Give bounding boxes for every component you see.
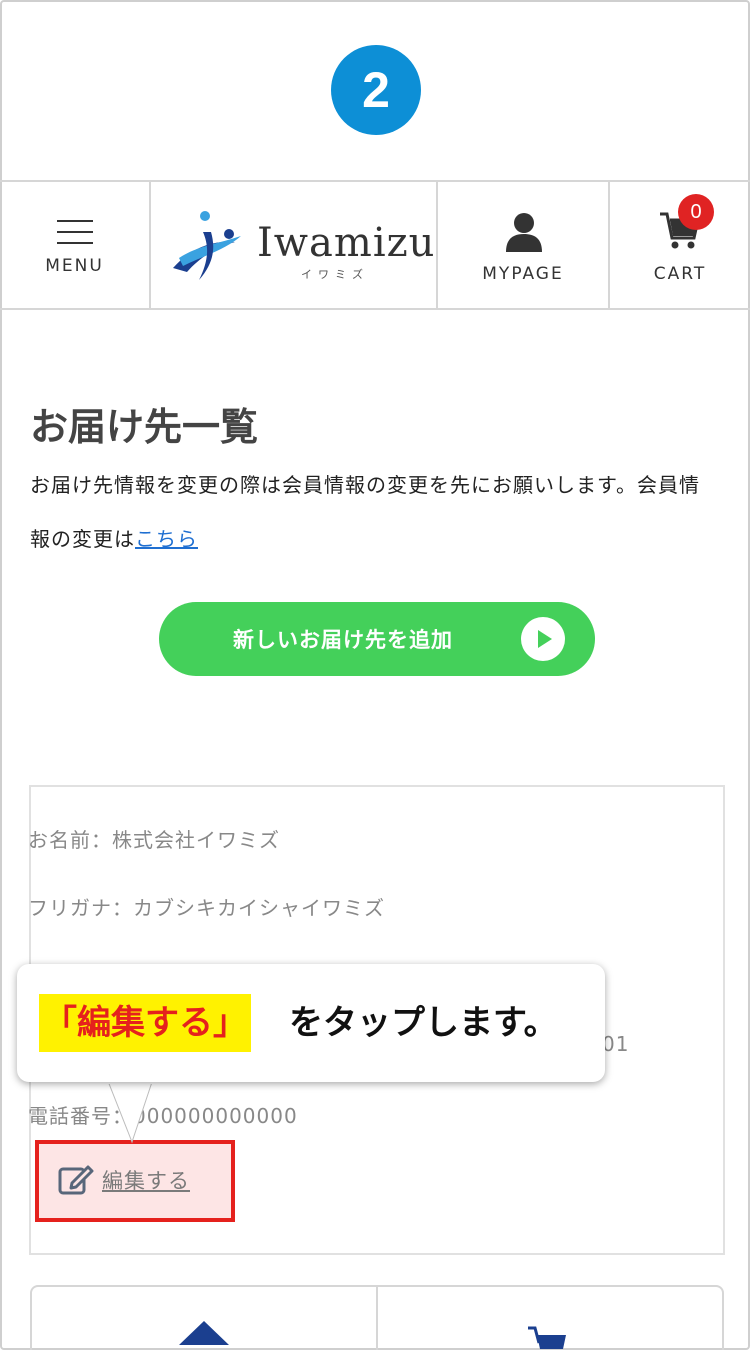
menu-label: MENU	[45, 256, 104, 276]
member-info-link[interactable]: こちら	[135, 527, 198, 551]
edit-label: 編集する	[102, 1169, 190, 1193]
menu-button[interactable]: MENU	[0, 182, 151, 308]
person-icon	[506, 213, 542, 252]
cart-count-badge: 0	[678, 194, 714, 230]
address-fragment: 01	[602, 1032, 630, 1056]
home-icon	[179, 1321, 229, 1345]
edit-button[interactable]: 編集する	[58, 1163, 190, 1197]
cart-button[interactable]: 0 CART	[610, 182, 750, 308]
mypage-label: MYPAGE	[482, 264, 564, 284]
callout-text: をタップします。	[289, 1003, 558, 1043]
cart-nav-icon	[528, 1326, 566, 1349]
hamburger-icon	[57, 220, 93, 253]
intro-body: お届け先情報を変更の際は会員情報の変更を先にお願いします。会員情報の変更は	[30, 473, 700, 551]
bottom-nav	[30, 1285, 724, 1350]
instruction-callout: 「編集する」 をタップします。	[17, 964, 605, 1082]
kana-row: フリガナ：カブシキカイシャイワミズ	[28, 896, 385, 920]
cart-nav-item[interactable]	[378, 1287, 722, 1350]
name-row: お名前：株式会社イワミズ	[28, 828, 280, 852]
add-address-button[interactable]: 新しいお届け先を追加	[159, 602, 595, 676]
cart-label: CART	[653, 264, 707, 284]
edit-pencil-icon	[58, 1165, 94, 1195]
phone-row: 電話番号：000000000000	[28, 1104, 298, 1128]
logo-text: Iwamizu	[257, 220, 436, 266]
add-address-label: 新しいお届け先を追加	[233, 628, 453, 652]
play-arrow-icon	[521, 617, 565, 661]
logo-subtext: イワミズ	[301, 268, 369, 281]
step-number-badge: 2	[331, 45, 421, 135]
page-title: お届け先一覧	[30, 405, 259, 449]
home-nav-item[interactable]	[32, 1287, 378, 1350]
site-header: MENU Iwamizu イワミズ MYPAGE 0 CART	[0, 180, 750, 310]
intro-text: お届け先情報を変更の際は会員情報の変更を先にお願いします。会員情報の変更はこちら	[30, 458, 720, 566]
callout-highlight: 「編集する」	[39, 994, 251, 1052]
callout-tail	[100, 1076, 160, 1144]
logo-mark-icon	[173, 211, 241, 280]
site-logo[interactable]: Iwamizu イワミズ	[151, 182, 438, 308]
mypage-button[interactable]: MYPAGE	[438, 182, 610, 308]
